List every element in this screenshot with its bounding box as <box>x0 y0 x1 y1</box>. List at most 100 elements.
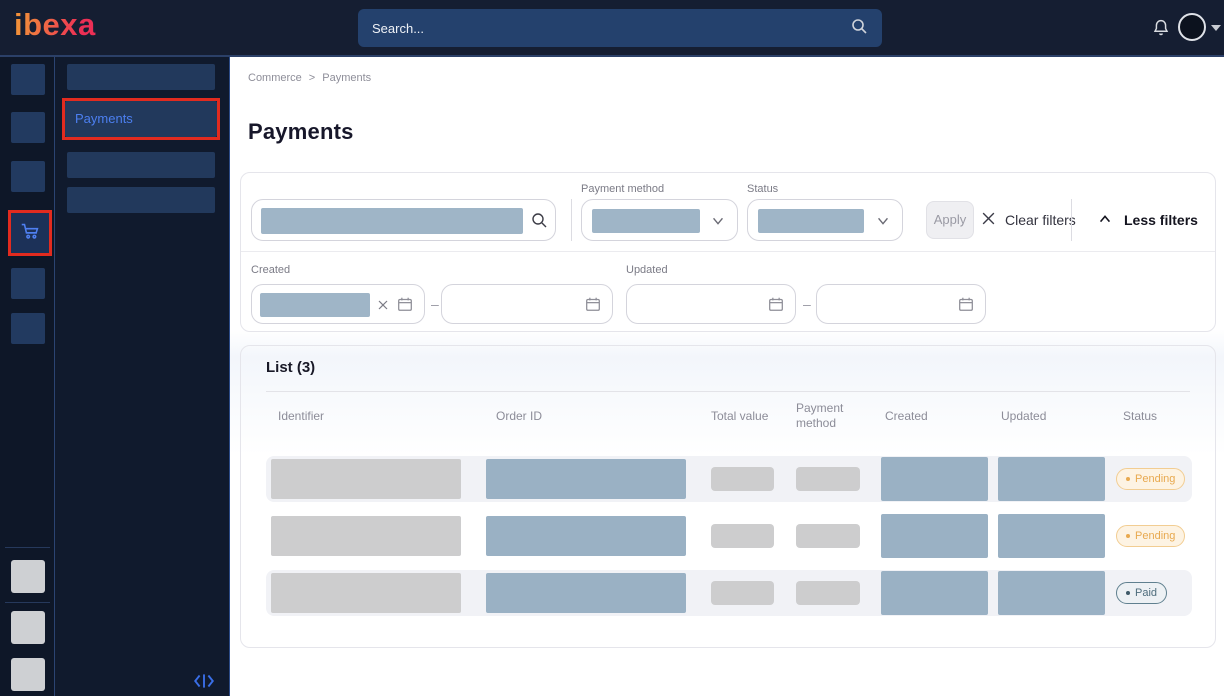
status-badge: Pending <box>1116 525 1185 547</box>
collapse-sidebar-icon[interactable] <box>193 671 217 691</box>
calendar-icon[interactable] <box>584 295 602 318</box>
search-icon[interactable] <box>850 17 868 40</box>
global-search-bar[interactable] <box>358 9 882 47</box>
list-divider <box>266 391 1190 392</box>
filters-panel: Payment method Status Apply Clear filter… <box>240 172 1216 332</box>
rail-divider <box>5 547 50 548</box>
redacted-created-cell <box>881 514 988 558</box>
column-header-created: Created <box>885 409 928 424</box>
column-header-payment-method: Payment method <box>796 401 858 431</box>
filters-row-divider <box>241 251 1215 252</box>
less-filters-label: Less filters <box>1124 212 1198 228</box>
table-row[interactable]: Paid <box>266 570 1192 616</box>
payment-method-select[interactable] <box>581 199 738 241</box>
apply-button[interactable]: Apply <box>926 201 974 239</box>
filter-divider-2 <box>1071 199 1072 241</box>
status-dot-icon <box>1126 534 1130 538</box>
status-dot-icon <box>1126 477 1130 481</box>
redacted-order-id-cell <box>486 459 686 499</box>
calendar-icon[interactable] <box>396 295 414 318</box>
user-avatar[interactable] <box>1178 13 1206 41</box>
created-to-input[interactable] <box>441 284 613 324</box>
status-badge-label: Pending <box>1135 473 1175 485</box>
payments-list-panel: List (3) Identifier Order ID Total value… <box>240 345 1216 648</box>
main-nav-rail <box>0 57 55 696</box>
redacted-payment-method-cell <box>796 581 860 605</box>
redacted-created-from-value <box>260 293 370 317</box>
status-badge: Pending <box>1116 468 1185 490</box>
menu-item-4[interactable] <box>67 187 215 213</box>
calendar-icon[interactable] <box>767 295 785 318</box>
column-header-status: Status <box>1123 409 1157 424</box>
status-badge-label: Paid <box>1135 587 1157 599</box>
user-menu-caret-icon[interactable] <box>1211 25 1221 31</box>
redacted-payment-method-value <box>592 209 700 233</box>
created-from-input[interactable] <box>251 284 425 324</box>
cart-icon[interactable] <box>19 220 41 247</box>
redacted-created-cell <box>881 457 988 501</box>
payment-method-label: Payment method <box>581 183 664 195</box>
updated-to-input[interactable] <box>816 284 986 324</box>
annotation-highlight-payments: Payments <box>62 98 220 140</box>
chevron-up-icon <box>1097 212 1113 228</box>
sidebar-bottom-icon-2[interactable] <box>11 611 45 644</box>
sidebar-bottom-icon-3[interactable] <box>11 658 45 691</box>
column-header-identifier: Identifier <box>278 409 324 424</box>
less-filters-toggle[interactable]: Less filters <box>1097 201 1198 239</box>
created-range-separator: – <box>431 296 439 312</box>
redacted-order-id-cell <box>486 516 686 556</box>
payments-filter-search-input[interactable] <box>251 199 556 241</box>
menu-item-3[interactable] <box>67 152 215 178</box>
redacted-order-id-cell <box>486 573 686 613</box>
chevron-down-icon <box>710 214 726 233</box>
topbar: ibexa <box>0 0 1224 57</box>
clear-date-icon[interactable] <box>377 298 389 316</box>
table-row[interactable]: Pending <box>266 513 1192 559</box>
clear-filters-button[interactable]: Clear filters <box>981 201 1076 239</box>
sidebar-item-icon-2[interactable] <box>11 112 45 143</box>
redacted-search-value <box>261 208 523 234</box>
column-header-order-id: Order ID <box>496 409 542 424</box>
table-row[interactable]: Pending <box>266 456 1192 502</box>
close-icon <box>981 211 996 229</box>
created-label: Created <box>251 264 290 276</box>
breadcrumb: Commerce > Payments <box>248 72 371 84</box>
redacted-payment-method-cell <box>796 467 860 491</box>
breadcrumb-item-commerce[interactable]: Commerce <box>248 72 302 84</box>
menu-item-payments-label: Payments <box>75 111 133 126</box>
sidebar-bottom-icon-1[interactable] <box>11 560 45 593</box>
menu-item-1[interactable] <box>67 64 215 90</box>
global-search-input[interactable] <box>372 21 850 36</box>
search-icon[interactable] <box>530 211 548 234</box>
main-content: Commerce > Payments Payments Payment met… <box>230 57 1224 696</box>
updated-label: Updated <box>626 264 668 276</box>
calendar-icon[interactable] <box>957 295 975 318</box>
menu-item-payments[interactable]: Payments <box>65 101 217 137</box>
status-dot-icon <box>1126 591 1130 595</box>
status-badge-label: Pending <box>1135 530 1175 542</box>
status-badge: Paid <box>1116 582 1167 604</box>
redacted-identifier-cell <box>271 573 461 613</box>
status-select[interactable] <box>747 199 903 241</box>
sidebar-item-icon-3[interactable] <box>11 161 45 192</box>
status-label: Status <box>747 183 778 195</box>
app-logo: ibexa <box>14 7 96 43</box>
clear-filters-label: Clear filters <box>1005 212 1076 228</box>
redacted-status-value <box>758 209 864 233</box>
breadcrumb-separator: > <box>309 72 315 84</box>
breadcrumb-item-payments[interactable]: Payments <box>322 72 371 84</box>
redacted-total-value-cell <box>711 524 774 548</box>
redacted-identifier-cell <box>271 459 461 499</box>
redacted-updated-cell <box>998 571 1105 615</box>
column-header-updated: Updated <box>1001 409 1046 424</box>
annotation-highlight-commerce <box>8 210 52 256</box>
sidebar-item-icon-1[interactable] <box>11 64 45 95</box>
notifications-bell-icon[interactable] <box>1150 17 1172 39</box>
redacted-created-cell <box>881 571 988 615</box>
updated-from-input[interactable] <box>626 284 796 324</box>
redacted-total-value-cell <box>711 467 774 491</box>
secondary-sidebar: Payments <box>55 57 230 696</box>
sidebar-item-icon-6[interactable] <box>11 313 45 344</box>
sidebar-item-icon-5[interactable] <box>11 268 45 299</box>
list-title: List (3) <box>266 359 315 376</box>
